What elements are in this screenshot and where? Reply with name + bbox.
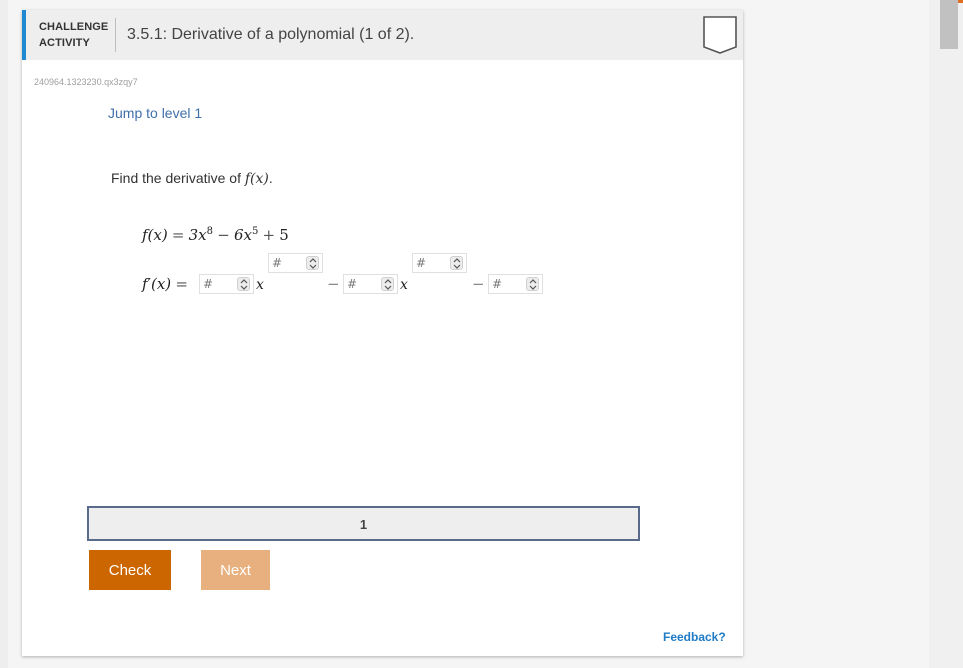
activity-header: CHALLENGE ACTIVITY 3.5.1: Derivative of … [22, 10, 743, 60]
spinner-arrows-icon[interactable] [381, 277, 394, 291]
spinner-arrows-icon[interactable] [450, 256, 463, 270]
derivative-answer-row: f′(x) = [142, 275, 188, 293]
coefficient-2-input[interactable]: # [343, 274, 398, 294]
activity-title: 3.5.1: Derivative of a polynomial (1 of … [127, 26, 415, 43]
header-divider [115, 18, 116, 52]
exponent-2-input[interactable]: # [412, 253, 467, 273]
left-margin [0, 0, 8, 668]
level-progress-bar[interactable]: 1 [87, 506, 640, 541]
jump-to-level-link[interactable]: Jump to level 1 [108, 105, 202, 121]
constant-input[interactable]: # [488, 274, 543, 294]
exponent-1-input[interactable]: # [268, 253, 323, 273]
variable-x-2: x [400, 277, 408, 293]
spinner-arrows-icon[interactable] [306, 256, 319, 270]
completion-box-icon [703, 16, 737, 54]
minus-sign-2: − [472, 275, 485, 293]
scrollbar-track[interactable] [929, 0, 963, 668]
check-button[interactable]: Check [89, 550, 171, 590]
activity-type-label: CHALLENGE ACTIVITY [39, 21, 109, 49]
variable-x-1: x [256, 277, 264, 293]
activity-id: 240964.1323230.qx3zqy7 [34, 77, 138, 87]
feedback-link[interactable]: Feedback? [663, 630, 726, 644]
given-function: f(x) = 3x8 − 6x5 + 5 [142, 226, 289, 244]
prompt-math: f(x) [244, 171, 269, 187]
challenge-activity-card: CHALLENGE ACTIVITY 3.5.1: Derivative of … [22, 10, 743, 656]
corner-accent [958, 0, 963, 3]
coefficient-1-input[interactable]: # [199, 274, 254, 294]
question-prompt: Find the derivative of f(x). [111, 170, 273, 187]
spinner-arrows-icon[interactable] [237, 277, 250, 291]
spinner-arrows-icon[interactable] [526, 277, 539, 291]
next-button[interactable]: Next [201, 550, 270, 590]
level-1-indicator[interactable]: 1 [89, 517, 638, 532]
scrollbar-thumb[interactable] [940, 0, 958, 49]
minus-sign-1: − [327, 275, 340, 293]
